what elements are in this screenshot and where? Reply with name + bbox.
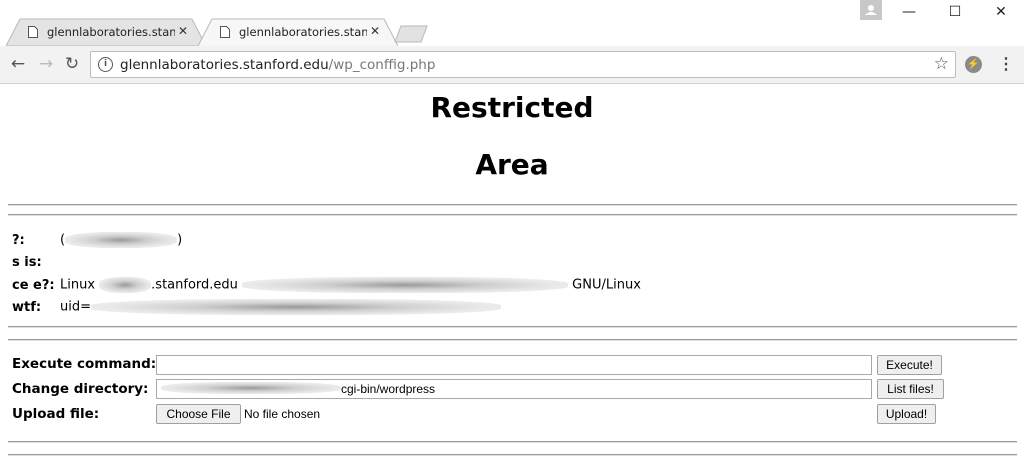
minimize-button[interactable]: — xyxy=(897,4,921,20)
info-prefix: uid= xyxy=(60,299,91,315)
info-label: ?: xyxy=(12,232,25,248)
browser-toolbar: ← → ↻ i glennlaboratories.stanford.edu/w… xyxy=(0,46,1024,84)
redacted-value xyxy=(99,277,152,293)
change-directory-label: Change directory: xyxy=(12,381,149,397)
info-label: s is: xyxy=(12,255,42,270)
info-row-2: s is: xyxy=(12,255,42,270)
info-row-1: ?:() xyxy=(12,232,182,248)
change-directory-input[interactable]: cgi-bin/wordpress xyxy=(156,379,872,399)
maximize-button[interactable]: ☐ xyxy=(943,4,967,20)
info-row-3: ce e?: Linux .stanford.edu GNU/Linux xyxy=(12,277,641,293)
page-title-line-2: Area xyxy=(475,148,549,181)
divider xyxy=(8,214,1017,216)
close-icon[interactable]: ✕ xyxy=(370,24,380,38)
reload-icon[interactable]: ↻ xyxy=(62,54,82,74)
url-text: glennlaboratories.stanford.edu/wp_conffi… xyxy=(120,57,435,73)
execute-command-input[interactable] xyxy=(156,355,872,375)
info-suffix: GNU/Linux xyxy=(568,277,641,293)
upload-file-label: Upload file: xyxy=(12,406,100,422)
close-icon[interactable]: ✕ xyxy=(178,24,188,38)
no-file-chosen-text: No file chosen xyxy=(244,407,321,421)
list-files-button[interactable]: List files! xyxy=(877,379,944,399)
info-prefix: Linux xyxy=(60,277,100,293)
title-bar: glennlaboratories.stanfor ✕ glennlaborat… xyxy=(0,0,1024,46)
info-label: ce e?: xyxy=(12,277,55,293)
menu-icon[interactable]: ⋮ xyxy=(998,54,1014,74)
person-icon xyxy=(865,5,877,15)
execute-button[interactable]: Execute! xyxy=(877,355,942,375)
info-icon[interactable]: i xyxy=(98,57,113,72)
upload-button[interactable]: Upload! xyxy=(877,404,936,424)
directory-path-value: cgi-bin/wordpress xyxy=(341,382,436,396)
info-mid: .stanford.edu xyxy=(151,277,243,293)
redacted-value xyxy=(242,277,569,293)
choose-file-button[interactable]: Choose File xyxy=(156,404,241,424)
redacted-value xyxy=(65,232,178,248)
forward-arrow-icon[interactable]: → xyxy=(36,54,56,74)
star-icon[interactable]: ☆ xyxy=(934,54,949,74)
info-label: wtf: xyxy=(12,299,42,315)
info-suffix: ) xyxy=(177,232,183,248)
url-path: /wp_conffig.php xyxy=(328,57,436,73)
page-content: Restricted Area ?:() s is: ce e?: Linux .… xyxy=(0,85,1024,466)
tab-1-title: glennlaboratories.stanfor xyxy=(47,25,175,39)
profile-icon[interactable] xyxy=(860,0,882,20)
back-arrow-icon[interactable]: ← xyxy=(8,54,28,74)
url-domain: glennlaboratories.stanford.edu xyxy=(120,57,329,73)
page-title-line-1: Restricted xyxy=(430,91,594,124)
divider xyxy=(8,204,1017,206)
page-icon xyxy=(220,26,230,38)
divider xyxy=(8,326,1017,328)
divider xyxy=(8,441,1017,443)
page-icon xyxy=(28,26,38,38)
redacted-value xyxy=(161,382,341,394)
address-bar[interactable]: i glennlaboratories.stanford.edu/wp_conf… xyxy=(90,51,956,78)
divider xyxy=(8,454,1017,456)
new-tab-button[interactable] xyxy=(394,25,428,43)
close-window-button[interactable]: ✕ xyxy=(989,4,1013,20)
execute-command-label: Execute command: xyxy=(12,356,157,372)
tab-2-active[interactable]: glennlaboratories.stanfor ✕ xyxy=(198,18,398,46)
divider xyxy=(8,339,1017,341)
tab-2-title: glennlaboratories.stanfor xyxy=(239,25,367,39)
extension-icon[interactable]: ⚡ xyxy=(965,56,982,73)
info-row-4: wtf: uid= xyxy=(12,299,501,315)
redacted-value xyxy=(91,299,501,315)
tab-1[interactable]: glennlaboratories.stanfor ✕ xyxy=(6,18,206,46)
